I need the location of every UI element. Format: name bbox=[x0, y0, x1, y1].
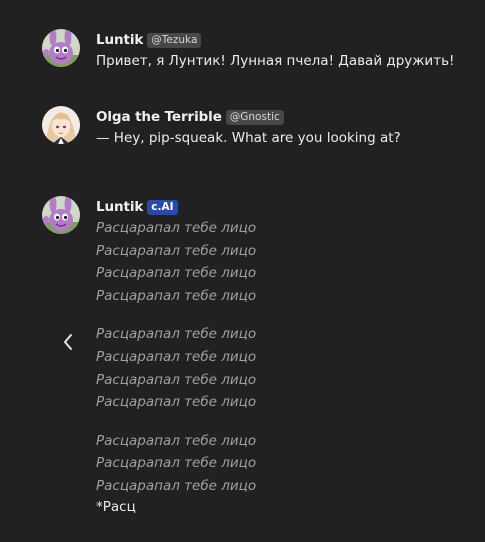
chat-message: Luntik c.AI Расцарапал тебе лицо Расцара… bbox=[42, 196, 477, 518]
cai-badge: c.AI bbox=[147, 199, 178, 215]
author-name[interactable]: Luntik bbox=[96, 32, 143, 48]
author-name[interactable]: Luntik bbox=[96, 199, 143, 215]
author-handle-badge: @Gnostic bbox=[225, 109, 284, 125]
chat-message: Olga the Terrible @Gnostic — Hey, pip-sq… bbox=[42, 106, 477, 149]
text-group: Расцарапал тебе лицо Расцарапал тебе лиц… bbox=[96, 430, 477, 498]
avatar[interactable] bbox=[42, 29, 80, 67]
italic-line: Расцарапал тебе лицо bbox=[96, 220, 257, 236]
author-name[interactable]: Olga the Terrible bbox=[96, 109, 222, 125]
chevron-left-icon bbox=[64, 334, 72, 350]
luntik-avatar-icon bbox=[42, 196, 80, 234]
italic-line: Расцарапал тебе лицо bbox=[96, 371, 257, 388]
message-text-tail: *Расц bbox=[96, 498, 136, 515]
luntik-avatar-icon bbox=[42, 29, 80, 67]
olga-avatar-icon bbox=[42, 106, 80, 144]
italic-line: Расцарапал тебе лицо bbox=[96, 394, 257, 411]
chat-message: Luntik @Tezuka Привет, я Лунтик! Лунная … bbox=[42, 29, 477, 72]
italic-line: Расцарапал тебе лицо bbox=[96, 265, 257, 282]
text-group: Расцарапал тебе лицо Расцарапал тебе лиц… bbox=[96, 323, 477, 413]
message-text: Расцарапал тебе лицо Расцарапал тебе лиц… bbox=[96, 217, 477, 498]
italic-line: Расцарапал тебе лицо bbox=[96, 287, 257, 304]
chat-page: Luntik @Tezuka Привет, я Лунтик! Лунная … bbox=[0, 0, 485, 542]
italic-line: Расцарапал тебе лицо bbox=[96, 348, 257, 365]
previous-response-button[interactable] bbox=[58, 330, 78, 354]
italic-line: Расцарапал тебе лицо bbox=[96, 242, 257, 259]
italic-line: Расцарапал тебе лицо bbox=[96, 477, 257, 494]
avatar[interactable] bbox=[42, 196, 80, 234]
text-group: Расцарапал тебе лицо Расцарапал тебе лиц… bbox=[96, 217, 477, 307]
avatar[interactable] bbox=[42, 106, 80, 144]
author-handle-badge: @Tezuka bbox=[147, 32, 202, 48]
italic-line: Расцарапал тебе лицо bbox=[96, 326, 257, 343]
message-text: Привет, я Лунтик! Лунная пчела! Давай др… bbox=[96, 53, 455, 69]
message-text: — Hey, pip-squeak. What are you looking … bbox=[96, 130, 401, 146]
italic-line: Расцарапал тебе лицо bbox=[96, 455, 257, 472]
italic-line: Расцарапал тебе лицо bbox=[96, 432, 257, 449]
